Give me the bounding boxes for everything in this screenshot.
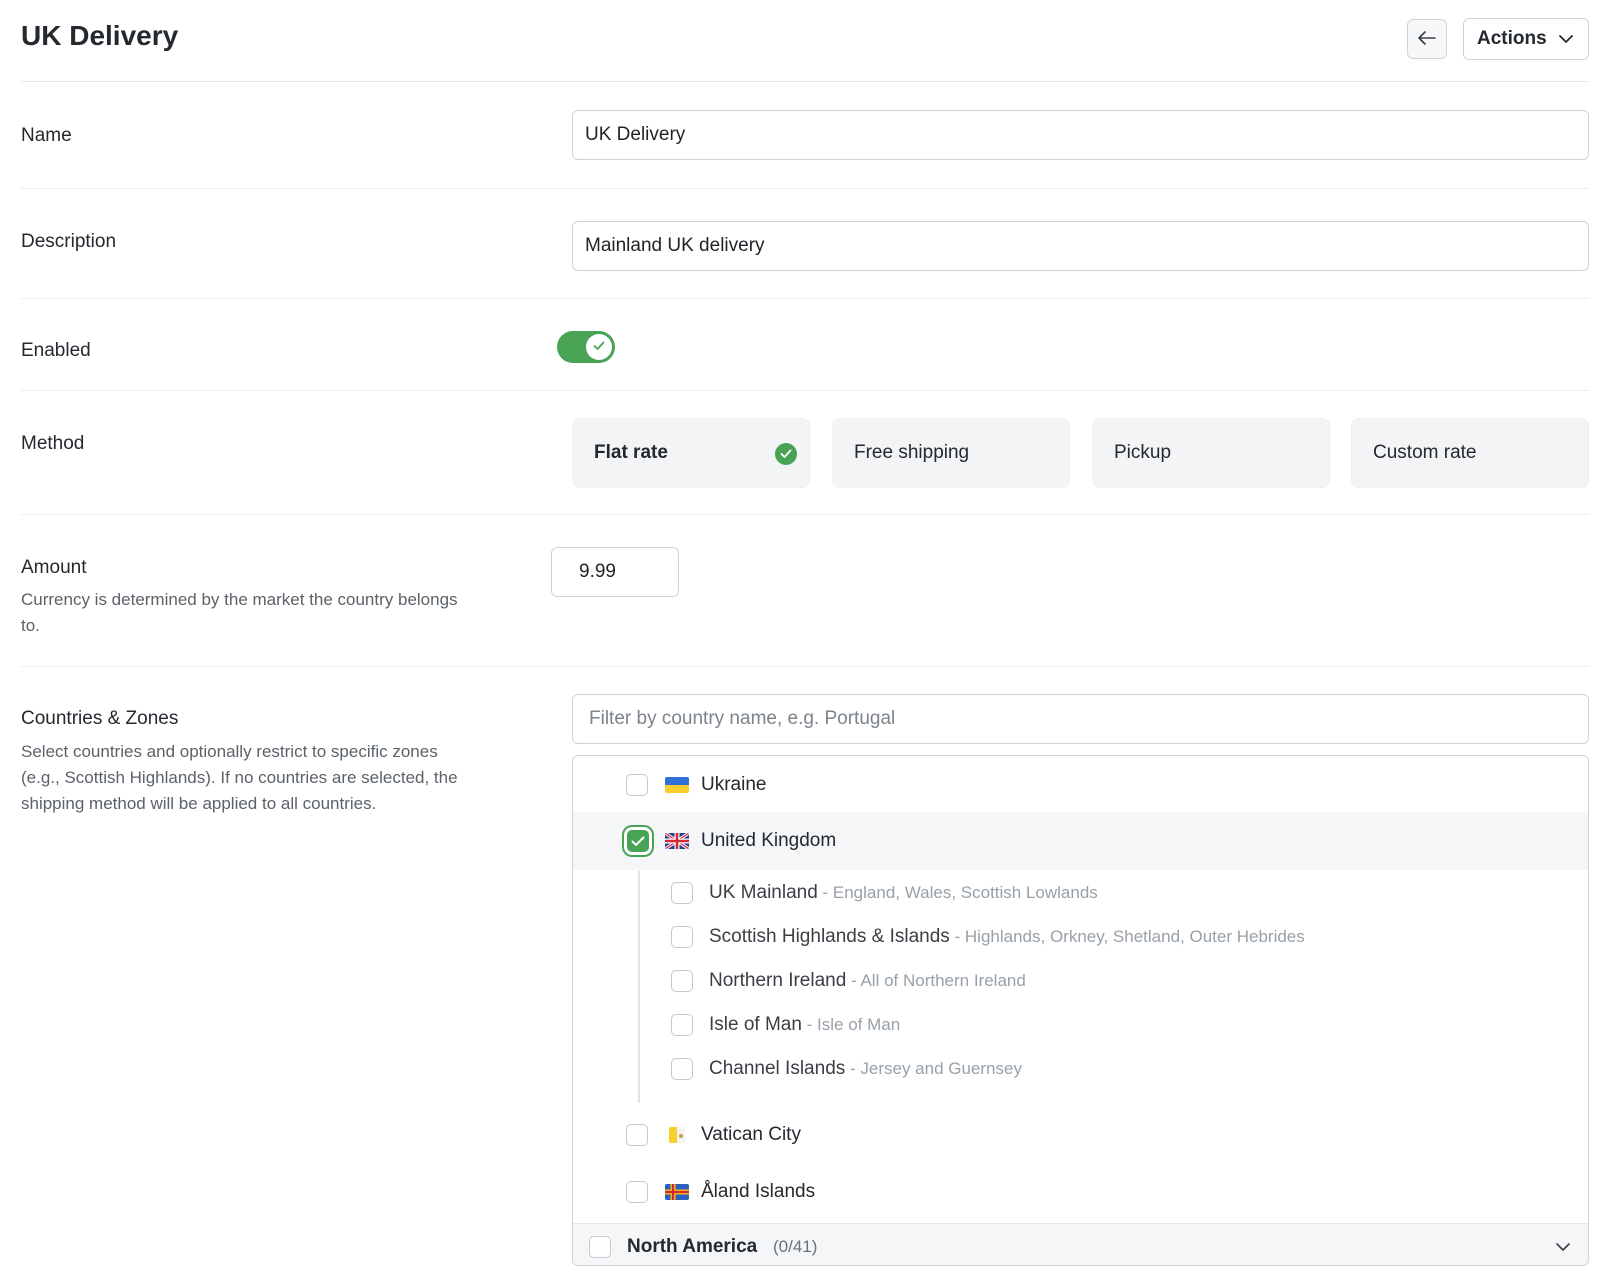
zone-description: - Isle of Man <box>801 1015 901 1034</box>
checkbox-checked[interactable] <box>627 830 649 852</box>
zone-name: UK Mainland <box>709 882 818 903</box>
description-input[interactable] <box>572 221 1589 271</box>
zone-item-northern-ireland[interactable]: Northern Ireland - All of Northern Irela… <box>573 959 1588 1003</box>
method-option-label: Custom rate <box>1373 442 1477 463</box>
checkbox[interactable] <box>671 926 693 948</box>
checkbox[interactable] <box>671 882 693 904</box>
toggle-knob <box>586 334 612 360</box>
region-name: North America <box>627 1235 758 1257</box>
enabled-label: Enabled <box>21 340 91 361</box>
method-option-label: Free shipping <box>854 442 970 463</box>
method-option-label: Pickup <box>1114 442 1172 463</box>
method-option-label: Flat rate <box>594 442 668 463</box>
name-row: Name <box>21 82 1589 189</box>
country-name: United Kingdom <box>701 830 837 851</box>
checkbox[interactable] <box>626 774 648 796</box>
checkbox[interactable] <box>671 970 693 992</box>
aland-flag-icon <box>665 1184 689 1200</box>
country-item-ukraine[interactable]: Ukraine <box>573 756 1588 814</box>
country-name: Åland Islands <box>701 1181 816 1202</box>
region-count: (0/41) <box>773 1236 818 1256</box>
checkbox[interactable] <box>589 1235 611 1258</box>
zone-item-channel-islands[interactable]: Channel Islands - Jersey and Guernsey <box>573 1047 1588 1091</box>
name-label: Name <box>21 125 72 146</box>
zone-description: - Jersey and Guernsey <box>845 1059 1022 1078</box>
method-option-pickup[interactable]: Pickup <box>1092 418 1330 488</box>
country-item-united-kingdom[interactable]: United Kingdom <box>573 812 1588 870</box>
name-input[interactable] <box>572 110 1589 160</box>
checkbox[interactable] <box>626 1124 648 1146</box>
page-title: UK Delivery <box>21 20 179 51</box>
country-list: Ukraine United Kingdom UK Mainland - Eng… <box>572 755 1589 1266</box>
method-option-custom-rate[interactable]: Custom rate <box>1351 418 1589 488</box>
check-icon <box>593 338 605 356</box>
zone-name: Northern Ireland <box>709 970 847 991</box>
zone-name: Channel Islands <box>709 1058 846 1079</box>
checkbox[interactable] <box>671 1014 693 1036</box>
method-option-free-shipping[interactable]: Free shipping <box>832 418 1070 488</box>
zone-description: - England, Wales, Scottish Lowlands <box>817 883 1098 902</box>
arrow-left-icon <box>1418 28 1436 51</box>
country-name: Ukraine <box>701 774 767 795</box>
zone-item-scottish-highlands[interactable]: Scottish Highlands & Islands - Highlands… <box>573 915 1588 959</box>
amount-input[interactable] <box>551 547 679 597</box>
uk-flag-icon <box>665 833 689 849</box>
country-item-aland-islands[interactable]: Åland Islands <box>573 1163 1588 1221</box>
chevron-down-icon <box>1547 28 1573 50</box>
country-name: Vatican City <box>701 1124 801 1145</box>
page-header: UK Delivery Actions <box>21 0 1589 82</box>
method-label: Method <box>21 433 85 454</box>
amount-row: Amount Currency is determined by the mar… <box>21 515 1589 667</box>
zone-item-isle-of-man[interactable]: Isle of Man - Isle of Man <box>573 1003 1588 1047</box>
countries-help: Select countries and optionally restrict… <box>21 742 458 813</box>
vatican-flag-icon <box>669 1127 685 1143</box>
country-item-vatican-city[interactable]: Vatican City <box>573 1106 1588 1164</box>
description-row: Description <box>21 189 1589 299</box>
zone-description: - All of Northern Ireland <box>846 971 1026 990</box>
countries-label: Countries & Zones <box>21 708 179 729</box>
back-button[interactable] <box>1407 19 1447 59</box>
amount-help: Currency is determined by the market the… <box>21 590 458 635</box>
check-circle-icon <box>775 443 797 465</box>
chevron-down-icon[interactable] <box>1556 1239 1570 1257</box>
checkbox[interactable] <box>626 1181 648 1203</box>
actions-button[interactable]: Actions <box>1463 18 1589 60</box>
region-item-north-america[interactable]: North America (0/41) <box>573 1223 1588 1265</box>
zone-item-uk-mainland[interactable]: UK Mainland - England, Wales, Scottish L… <box>573 871 1588 915</box>
enabled-row: Enabled <box>21 299 1589 391</box>
description-label: Description <box>21 231 117 252</box>
zone-name: Isle of Man <box>709 1014 802 1035</box>
zone-description: - Highlands, Orkney, Shetland, Outer Heb… <box>949 927 1305 946</box>
ukraine-flag-icon <box>665 777 689 793</box>
country-filter-input[interactable] <box>572 694 1589 744</box>
checkbox[interactable] <box>671 1058 693 1080</box>
method-option-flat-rate[interactable]: Flat rate <box>572 418 810 488</box>
enabled-toggle[interactable] <box>557 331 615 363</box>
zone-name: Scottish Highlands & Islands <box>709 926 950 947</box>
amount-label: Amount <box>21 557 87 578</box>
actions-label: Actions <box>1477 28 1547 49</box>
